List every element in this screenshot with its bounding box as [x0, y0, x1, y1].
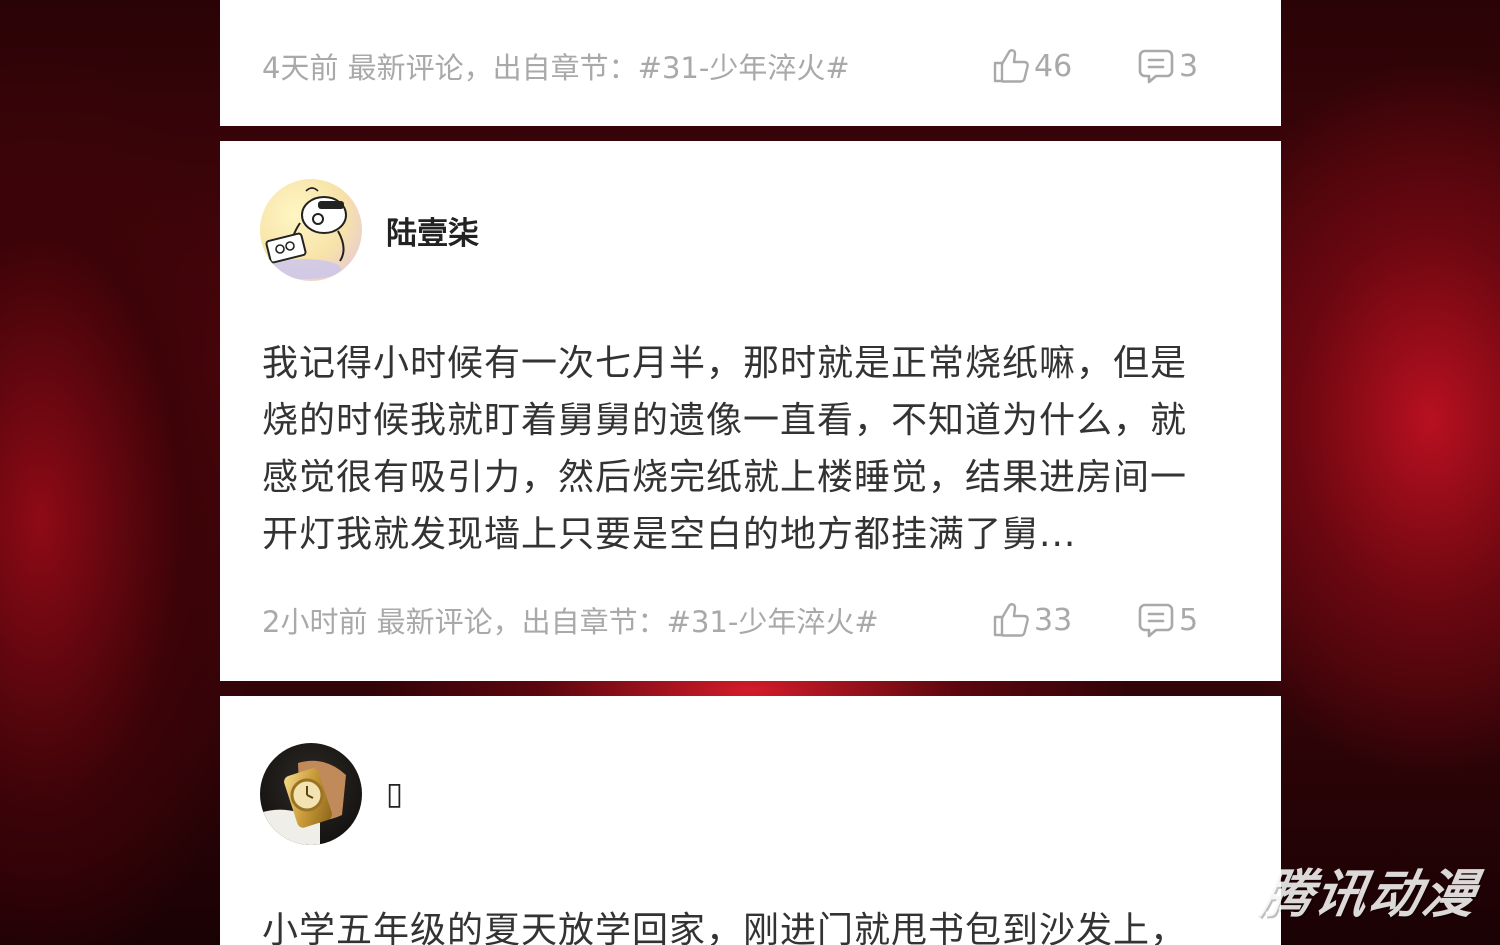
- comment-meta-row: 4天前 最新评论，出自章节：#31-少年淬火# 46 3: [262, 46, 1239, 86]
- reply-count: 5: [1179, 602, 1199, 638]
- comment-card: 陆壹柒 我记得小时候有一次七月半，那时就是正常烧纸嘛，但是烧的时候我就盯着舅舅的…: [220, 141, 1281, 681]
- comment-author: ▯: [260, 742, 403, 846]
- like-button[interactable]: 33: [992, 601, 1072, 639]
- like-button[interactable]: 46: [992, 47, 1072, 85]
- comment-author: 陆壹柒: [260, 178, 479, 282]
- comment-meta: 2小时前 最新评论，出自章节：#31-少年淬火#: [262, 605, 879, 639]
- comment-bubble-icon: [1137, 47, 1175, 85]
- watermark-logo: 腾讯动漫: [1255, 865, 1483, 925]
- like-count: 33: [1034, 602, 1073, 638]
- comment-bubble-icon: [1137, 601, 1175, 639]
- comment-body[interactable]: 小学五年级的夏天放学回家，刚进门就甩书包到沙发上，: [262, 902, 1223, 945]
- username[interactable]: 陆壹柒: [386, 208, 479, 253]
- thumbs-up-icon: [992, 47, 1030, 85]
- comic-comments-screen: 4天前 最新评论，出自章节：#31-少年淬火# 46 3 陆壹柒 我记得小时候有…: [0, 0, 1500, 945]
- like-count: 46: [1034, 48, 1073, 84]
- reply-button[interactable]: 3: [1137, 47, 1198, 85]
- thumbs-up-icon: [992, 601, 1030, 639]
- avatar[interactable]: [260, 743, 362, 845]
- comment-meta: 4天前 最新评论，出自章节：#31-少年淬火#: [262, 51, 850, 85]
- comment-card: 4天前 最新评论，出自章节：#31-少年淬火# 46 3: [220, 0, 1281, 126]
- comment-body[interactable]: 我记得小时候有一次七月半，那时就是正常烧纸嘛，但是烧的时候我就盯着舅舅的遗像一直…: [262, 335, 1223, 563]
- avatar[interactable]: [260, 179, 362, 281]
- username[interactable]: ▯: [386, 776, 403, 812]
- comment-meta-row: 2小时前 最新评论，出自章节：#31-少年淬火# 33 5: [262, 600, 1239, 640]
- comment-card: ▯ 小学五年级的夏天放学回家，刚进门就甩书包到沙发上，: [220, 696, 1281, 945]
- reply-count: 3: [1179, 48, 1199, 84]
- reply-button[interactable]: 5: [1137, 601, 1198, 639]
